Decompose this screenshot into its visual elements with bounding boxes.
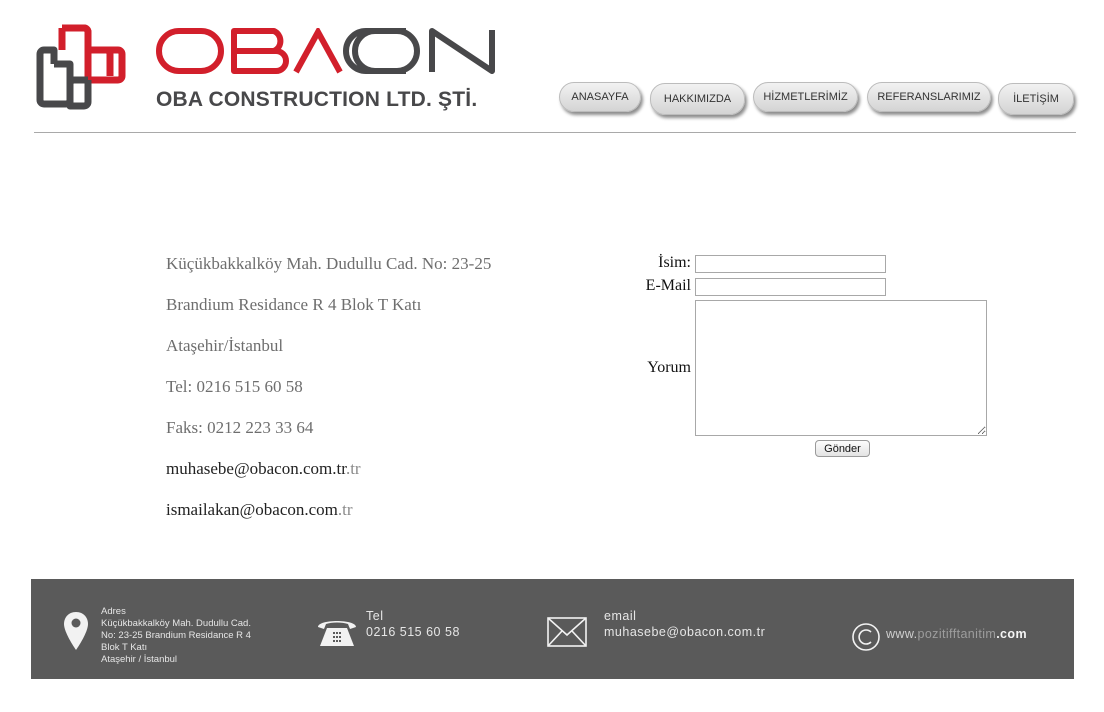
- address-fax: Faks: 0212 223 33 64: [166, 418, 314, 437]
- telephone-icon: [318, 621, 356, 646]
- comment-label: Yorum: [647, 359, 691, 376]
- footer-tel-value: 0216 515 60 58: [366, 625, 460, 639]
- nav-iletisim[interactable]: İLETİŞİM: [998, 83, 1074, 115]
- email-label: E-Mail: [645, 277, 691, 294]
- contact-form: İsim: E-Mail Yorum Gönder: [600, 252, 1000, 472]
- footer-tel-title: Tel: [366, 609, 384, 623]
- credit-name: pozitifftanitim: [917, 627, 997, 641]
- address-tel: Tel: 0216 515 60 58: [166, 377, 303, 396]
- credit-prefix: www.: [886, 627, 918, 641]
- nav-referanslarimiz[interactable]: REFERANSLARIMIZ: [867, 82, 991, 112]
- nav-hizmetlerimiz[interactable]: HİZMETLERİMİZ: [753, 82, 858, 112]
- name-input[interactable]: [695, 255, 886, 273]
- name-label: İsim:: [658, 254, 691, 271]
- footer-address-line: Blok T Katı: [101, 642, 148, 653]
- footer-address: Adres Küçükbakkalköy Mah. Dudullu Cad. N…: [101, 606, 251, 666]
- header-divider: [34, 132, 1076, 133]
- nav-hakkimizda[interactable]: HAKKIMIZDA: [650, 83, 745, 115]
- email-link-2[interactable]: ismailakan@obacon.com: [166, 500, 338, 519]
- address-line-2: Brandium Residance R 4 Blok T Katı: [166, 295, 422, 314]
- comment-textarea[interactable]: [695, 300, 987, 436]
- footer-tel: Tel 0216 515 60 58: [366, 608, 460, 640]
- footer-email-title: email: [604, 609, 637, 623]
- email-1-suffix: .tr: [345, 459, 361, 478]
- main-nav: ANASAYFA HAKKIMIZDA HİZMETLERİMİZ REFERA…: [0, 82, 1104, 116]
- email-link-1[interactable]: muhasebe@obacon.com.tr: [166, 459, 346, 478]
- footer: Adres Küçükbakkalköy Mah. Dudullu Cad. N…: [31, 579, 1074, 679]
- address-line-1: Küçükbakkalköy Mah. Dudullu Cad. No: 23-…: [166, 254, 492, 273]
- footer-email-value[interactable]: muhasebe@obacon.com.tr: [604, 624, 765, 640]
- contact-address: Küçükbakkalköy Mah. Dudullu Cad. No: 23-…: [166, 254, 586, 541]
- address-line-3: Ataşehir/İstanbul: [166, 336, 284, 355]
- email-2-suffix: .tr: [337, 500, 353, 519]
- address-email-1: muhasebe@obacon.com.tr.tr: [166, 459, 586, 500]
- email-input[interactable]: [695, 278, 886, 296]
- footer-address-line: Küçükbakkalköy Mah. Dudullu Cad.: [101, 618, 251, 629]
- credit-suffix: .com: [996, 627, 1027, 641]
- address-email-2: ismailakan@obacon.com.tr: [166, 500, 586, 541]
- footer-address-line: No: 23-25 Brandium Residance R 4: [101, 630, 251, 641]
- envelope-icon: [547, 617, 587, 647]
- location-pin-icon: [64, 612, 88, 650]
- submit-button[interactable]: Gönder: [815, 440, 870, 457]
- copyright-icon: [852, 623, 880, 651]
- nav-anasayfa[interactable]: ANASAYFA: [559, 82, 641, 112]
- footer-credit-link[interactable]: www.pozitifftanitim.com: [886, 627, 1027, 641]
- footer-email: email muhasebe@obacon.com.tr: [604, 608, 765, 640]
- footer-address-title: Adres: [101, 606, 126, 617]
- logo-wordmark-end: [352, 28, 495, 74]
- footer-address-line: Ataşehir / İstanbul: [101, 654, 178, 665]
